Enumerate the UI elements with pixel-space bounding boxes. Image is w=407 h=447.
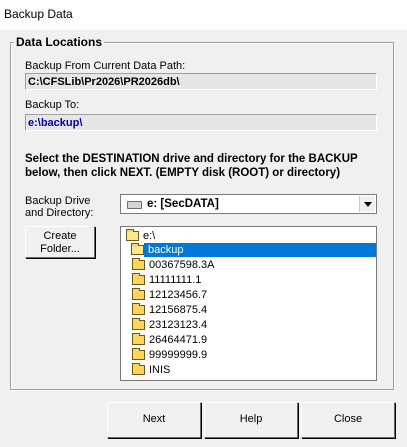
backup-to-label: Backup To: xyxy=(25,99,80,111)
source-path-label: Backup From Current Data Path: xyxy=(25,60,186,72)
open-folder-icon xyxy=(131,243,144,255)
list-item[interactable]: 12123456.7 xyxy=(121,288,376,302)
list-item[interactable]: backup xyxy=(121,243,376,257)
directory-name: 00367598.3A xyxy=(149,259,215,271)
folder-icon xyxy=(132,363,145,375)
next-button-label: Next xyxy=(142,413,166,425)
drive-label-line-1: Backup Drive xyxy=(25,195,91,207)
folder-icon xyxy=(132,273,145,285)
title-bar: Backup Data xyxy=(0,0,407,29)
directory-name: 12156875.4 xyxy=(149,304,208,316)
folder-icon xyxy=(132,318,145,330)
list-item[interactable]: 23123123.4 xyxy=(121,318,376,332)
chevron-down-icon[interactable] xyxy=(359,196,375,212)
folder-icon xyxy=(132,303,145,315)
list-item[interactable]: 12156875.4 xyxy=(121,303,376,317)
create-folder-label-line-1: Create xyxy=(43,230,77,242)
folder-icon xyxy=(132,258,145,270)
create-folder-label-line-2: Folder... xyxy=(40,243,80,255)
list-item[interactable]: 26464471.9 xyxy=(121,333,376,347)
directory-name: 99999999.9 xyxy=(149,349,208,361)
directory-name: 23123123.4 xyxy=(149,319,208,331)
drive-select-value: e: [SecDATA] xyxy=(147,198,219,210)
next-button[interactable]: Next xyxy=(107,402,201,438)
open-folder-icon xyxy=(126,229,139,241)
drive-icon xyxy=(127,201,142,209)
list-item[interactable]: 99999999.9 xyxy=(121,348,376,362)
create-folder-button[interactable]: Create Folder... xyxy=(25,226,95,258)
directory-list[interactable]: e:\ backup 00367598.3A 11111111.1 121234… xyxy=(120,226,377,381)
backup-to-field: e:\backup\ xyxy=(25,114,377,131)
list-item[interactable]: INIS xyxy=(121,363,376,377)
list-item[interactable]: 11111111.1 xyxy=(121,273,376,287)
drive-label-line-2: and Directory: xyxy=(25,207,94,219)
folder-icon xyxy=(132,333,145,345)
instructions-line-2: below, then click NEXT. (EMPTY disk (ROO… xyxy=(25,167,341,179)
help-button-label: Help xyxy=(239,413,263,425)
directory-name: e:\ xyxy=(143,230,156,242)
titlebar-divider xyxy=(0,29,407,30)
close-button[interactable]: Close xyxy=(301,402,395,438)
directory-name: backup xyxy=(148,244,184,256)
directory-name: 11111111.1 xyxy=(149,274,202,286)
directory-name: INIS xyxy=(149,364,171,376)
help-button[interactable]: Help xyxy=(204,402,298,438)
window-title: Backup Data xyxy=(4,7,73,21)
drive-label: Backup Drive and Directory: xyxy=(25,195,93,219)
folder-icon xyxy=(132,288,145,300)
instructions-line-1: Select the DESTINATION drive and directo… xyxy=(25,153,358,165)
drive-select[interactable]: e: [SecDATA] xyxy=(120,194,377,214)
directory-name: 12123456.7 xyxy=(149,289,208,301)
directory-name: 26464471.9 xyxy=(149,334,208,346)
folder-icon xyxy=(132,348,145,360)
list-item[interactable]: 00367598.3A xyxy=(121,258,376,272)
source-path-field: C:\CFSLib\Pr2026\PR2026db\ xyxy=(25,73,377,90)
instructions-text: Select the DESTINATION drive and directo… xyxy=(25,152,385,180)
list-item[interactable]: e:\ xyxy=(121,229,376,243)
group-title: Data Locations xyxy=(14,35,105,49)
close-button-label: Close xyxy=(333,413,363,425)
